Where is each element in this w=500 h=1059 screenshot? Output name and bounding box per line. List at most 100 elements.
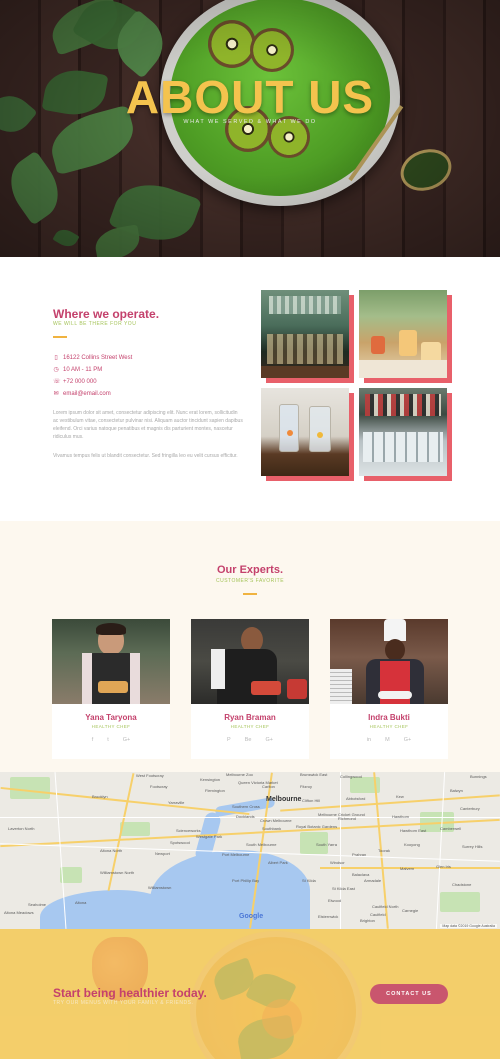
expert-role: HEALTHY CHEF	[369, 724, 409, 729]
map-label: Windsor	[330, 860, 345, 865]
medium-icon[interactable]: M	[385, 737, 390, 743]
map-label: Brooklyn	[92, 794, 108, 799]
map-label: Fitzroy	[300, 784, 312, 789]
linkedin-icon[interactable]: in	[367, 737, 371, 743]
page-title: ABOUT US	[125, 71, 375, 123]
google-logo: Google	[239, 913, 264, 920]
map-label: Malvern	[400, 866, 415, 871]
map-label: Canterbury	[460, 806, 480, 811]
map-label: Southbank	[262, 826, 282, 831]
accent-divider	[243, 593, 257, 595]
map-label: Altona	[75, 900, 87, 905]
map-label: Toorak	[378, 848, 391, 853]
map-label: Chadstone	[452, 882, 472, 887]
map-label: Balwyn	[450, 788, 463, 793]
email-link[interactable]: email@email.com	[63, 391, 111, 397]
map-label: Footscray	[150, 784, 168, 789]
map-label: Kensington	[200, 777, 221, 782]
map-label: Brunswick East	[300, 772, 328, 777]
expert-role: HEALTHY CHEF	[230, 724, 270, 729]
facebook-icon[interactable]: f	[92, 737, 94, 743]
map-label: Altona North	[100, 848, 123, 853]
hours-row: ◷ 10 AM - 11 PM	[53, 366, 102, 374]
phone-book-icon: ▯	[54, 355, 58, 361]
section-title: Where we operate.	[53, 307, 160, 321]
map-label: St Kilda	[302, 878, 316, 883]
map-label: West Footscray	[136, 773, 164, 778]
cta-subtitle: TRY OUR MENUS WITH YOUR FAMILY & FRIENDS…	[53, 1000, 194, 1006]
map-label: Docklands	[236, 814, 255, 819]
map-label: Scienceworks	[176, 828, 201, 833]
map-label: Carnegie	[402, 908, 419, 913]
expert-name: Ryan Braman	[224, 713, 276, 722]
map-label: Clifton Hill	[302, 798, 321, 803]
social-links: f t G+	[52, 737, 170, 743]
social-links: P Be G+	[191, 737, 309, 743]
map-label: Kooyong	[404, 842, 420, 847]
google-plus-icon[interactable]: G+	[404, 737, 412, 743]
map-label: South Yarra	[316, 842, 337, 847]
phone-icon: ☏	[53, 379, 61, 385]
map-label: St Kilda East	[332, 886, 355, 891]
map-label: Altona Meadows	[4, 910, 34, 915]
accent-divider	[53, 336, 67, 338]
expert-card: Yana Taryona HEALTHY CHEF f t G+	[52, 619, 170, 759]
description-paragraph: Lorem ipsum dolor sit amet, consectetur …	[53, 410, 243, 440]
envelope-icon: ✉	[53, 391, 59, 397]
map-label: South Melbourne	[246, 842, 277, 847]
map-label: Melbourne Cricket Ground	[318, 812, 365, 817]
map-label: Brighton	[360, 918, 375, 923]
clock-icon: ◷	[53, 367, 59, 373]
map-label: Elwood	[328, 898, 342, 903]
location-map[interactable]: Melbourne West Footscray Brooklyn Yarrav…	[0, 772, 500, 929]
map-city-label: Melbourne	[266, 796, 302, 803]
map-label: Flemington	[205, 788, 225, 793]
google-plus-icon[interactable]: G+	[265, 737, 273, 743]
map-label: Hawthorn East	[400, 828, 427, 833]
map-label: Williamstown	[148, 885, 172, 890]
expert-photo	[52, 619, 170, 704]
map-label: Armadale	[364, 878, 382, 883]
social-links: in M G+	[330, 737, 448, 743]
expert-name: Yana Taryona	[85, 713, 137, 722]
map-label: Westgate Park	[196, 834, 223, 839]
contact-us-button[interactable]: CONTACT US	[370, 984, 448, 1004]
map-label: Bunnings	[470, 774, 487, 779]
address-row: ▯ 16122 Collins Street West	[53, 354, 133, 362]
map-label: Caulfield North	[372, 904, 399, 909]
page-subtitle: WHAT WE SERVED & WHAT WE DO	[183, 119, 317, 125]
map-label: Spotswood	[170, 840, 190, 845]
google-plus-icon[interactable]: G+	[123, 737, 131, 743]
map-label: Melbourne Zoo	[226, 772, 253, 777]
section-subtitle: WE WILL BE THERE FOR YOU	[53, 321, 137, 327]
map-attribution[interactable]: Map data ©2019 Google Australia	[440, 924, 497, 928]
expert-photo	[330, 619, 448, 704]
map-label: Hawthorn	[392, 814, 410, 819]
expert-photo	[191, 619, 309, 704]
cta-section: Start being healthier today. TRY OUR MEN…	[0, 929, 500, 1059]
map-label: Queen Victoria Market	[238, 780, 278, 785]
section-title: Our Experts.	[216, 564, 284, 576]
map-label: Williamstown North	[100, 870, 135, 875]
map-label: Glen Iris	[436, 864, 451, 869]
map-label: Crown Melbourne	[260, 818, 292, 823]
expert-card: Indra Bukti HEALTHY CHEF in M G+	[330, 619, 448, 759]
hero-banner: ABOUT US WHAT WE SERVED & WHAT WE DO	[0, 0, 500, 257]
behance-icon[interactable]: Be	[245, 737, 252, 743]
experts-section: Our Experts. CUSTOMER'S FAVORITE Yana Ta…	[0, 521, 500, 772]
address-text: 16122 Collins Street West	[63, 354, 133, 361]
pinterest-icon[interactable]: P	[227, 737, 231, 743]
map-label: Elsternwick	[318, 914, 339, 919]
map-label: Royal Botanic Gardens	[296, 824, 338, 829]
section-subtitle: CUSTOMER'S FAVORITE	[215, 578, 285, 584]
map-label: Camberwell	[440, 826, 462, 831]
map-label: Albert Park	[268, 860, 288, 865]
map-label: Southern Cross	[232, 804, 260, 809]
twitter-icon[interactable]: t	[107, 737, 109, 743]
email-row[interactable]: ✉ email@email.com	[53, 390, 111, 398]
map-label: Kew	[396, 794, 404, 799]
map-label: Port Melbourne	[222, 852, 250, 857]
map-label: Port Phillip Bay	[232, 878, 260, 883]
map-label: Laverton North	[8, 826, 35, 831]
phone-row: ☏ +72 000 000	[53, 378, 97, 386]
